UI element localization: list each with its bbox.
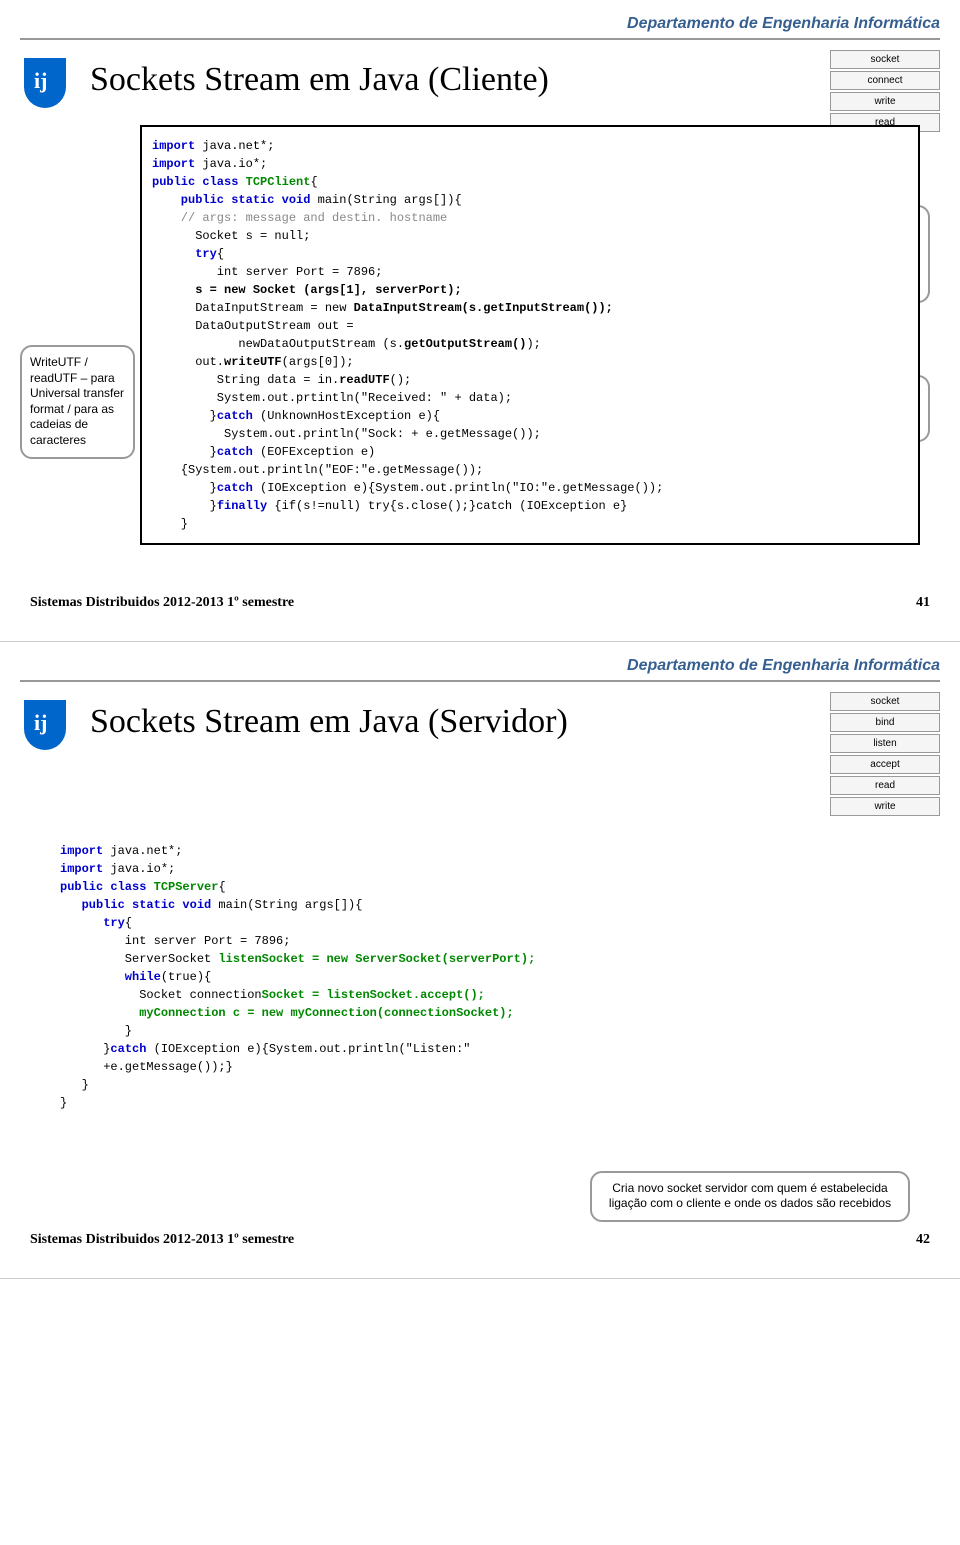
code-block: import java.net*; import java.io*; publi… [140, 125, 920, 545]
dept-header: Departamento de Engenharia Informática [20, 10, 940, 40]
slide-footer: Sistemas Distribuidos 2012-2013 1º semes… [20, 595, 940, 611]
title-row: ij Sockets Stream em Java (Servidor) [20, 692, 940, 752]
logo-icon: ij [20, 50, 70, 110]
socket-lifecycle-diagram: socket connect write read [830, 50, 940, 134]
slide-41: Departamento de Engenharia Informática i… [0, 0, 960, 642]
diagram-step: listen [830, 734, 940, 753]
content-area: WriteUTF / readUTF – para Universal tran… [20, 125, 940, 575]
diagram-step: bind [830, 713, 940, 732]
diagram-step: socket [830, 692, 940, 711]
diagram-step: write [830, 797, 940, 816]
title-row: ij Sockets Stream em Java (Cliente) [20, 50, 940, 110]
diagram-step: read [830, 776, 940, 795]
slide-footer: Sistemas Distribuidos 2012-2013 1º semes… [20, 1232, 940, 1248]
dept-header: Departamento de Engenharia Informática [20, 652, 940, 682]
diagram-step: accept [830, 755, 940, 774]
page-number: 42 [916, 1232, 930, 1248]
callout-writeutf: WriteUTF / readUTF – para Universal tran… [20, 345, 135, 459]
logo-icon: ij [20, 692, 70, 752]
slide-title: Sockets Stream em Java (Servidor) [90, 703, 940, 741]
code-block: import java.net*; import java.io*; publi… [50, 832, 910, 1122]
footer-text: Sistemas Distribuidos 2012-2013 1º semes… [30, 595, 294, 611]
diagram-step: socket [830, 50, 940, 69]
callout-new-socket: Cria novo socket servidor com quem é est… [590, 1171, 910, 1222]
content-area: Cria socket servidor que fica à escuta n… [20, 832, 940, 1212]
diagram-step: connect [830, 71, 940, 90]
socket-lifecycle-diagram: socket bind listen accept read write [830, 692, 940, 818]
diagram-step: write [830, 92, 940, 111]
slide-title: Sockets Stream em Java (Cliente) [90, 61, 940, 99]
page-number: 41 [916, 595, 930, 611]
footer-text: Sistemas Distribuidos 2012-2013 1º semes… [30, 1232, 294, 1248]
slide-42: Departamento de Engenharia Informática i… [0, 642, 960, 1279]
